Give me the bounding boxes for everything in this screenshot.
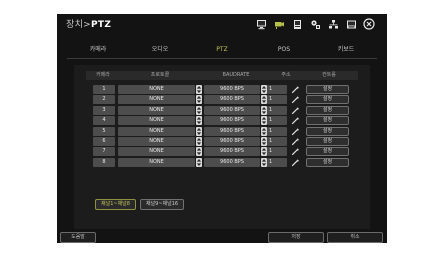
camera-number: 2 bbox=[93, 95, 115, 105]
storage-icon[interactable] bbox=[345, 18, 357, 30]
control-setup-button[interactable]: 설정 bbox=[306, 136, 349, 146]
baudrate-select[interactable]: 9600 BPS bbox=[204, 136, 260, 146]
table-row: 2 NONE 9600 BPS 1 설정 bbox=[93, 95, 353, 105]
wand-icon[interactable] bbox=[291, 85, 301, 94]
camera-number: 1 bbox=[93, 85, 115, 94]
title-bar: 장치>PTZ bbox=[57, 14, 387, 36]
camera-number: 4 bbox=[93, 116, 115, 126]
control-setup-button[interactable]: 설정 bbox=[306, 147, 349, 157]
network-icon[interactable] bbox=[327, 18, 339, 30]
toolbar-icons bbox=[255, 18, 375, 30]
baudrate-select[interactable]: 9600 BPS bbox=[204, 126, 260, 136]
page-title: 장치>PTZ bbox=[66, 17, 111, 30]
baudrate-select[interactable]: 9600 BPS bbox=[204, 105, 260, 115]
header-control: 컨트롤 bbox=[322, 72, 336, 78]
control-setup-button[interactable]: 설정 bbox=[306, 105, 349, 115]
control-setup-button[interactable]: 설정 bbox=[306, 95, 349, 105]
wand-icon[interactable] bbox=[291, 137, 301, 146]
baudrate-select[interactable]: 9600 BPS bbox=[204, 85, 260, 94]
baudrate-select[interactable]: 9600 BPS bbox=[204, 116, 260, 126]
protocol-spinner-icon[interactable] bbox=[196, 95, 202, 105]
ptz-settings-dialog: 장치>PTZ 카메라 오디오 PTZ POS 키보드 카메라 프로토콜 BAUD… bbox=[57, 14, 387, 243]
baudrate-select[interactable]: 9600 BPS bbox=[204, 95, 260, 105]
protocol-spinner-icon[interactable] bbox=[196, 157, 202, 167]
baudrate-select[interactable]: 9600 BPS bbox=[204, 147, 260, 157]
cancel-button[interactable]: 취소 bbox=[327, 232, 383, 243]
table-header: 카메라 프로토콜 BAUDRATE 주소 컨트롤 bbox=[86, 71, 358, 80]
protocol-spinner-icon[interactable] bbox=[196, 147, 202, 157]
protocol-select[interactable]: NONE bbox=[118, 126, 195, 136]
table-row: 6 NONE 9600 BPS 1 설정 bbox=[93, 136, 353, 146]
system-icon[interactable] bbox=[309, 18, 321, 30]
protocol-spinner-icon[interactable] bbox=[196, 116, 202, 126]
tab-pos[interactable]: POS bbox=[253, 44, 315, 56]
table-row: 5 NONE 9600 BPS 1 설정 bbox=[93, 126, 353, 136]
camera-number: 3 bbox=[93, 105, 115, 115]
protocol-select[interactable]: NONE bbox=[118, 95, 195, 105]
monitor-icon[interactable] bbox=[255, 18, 267, 30]
address-field[interactable]: 1 bbox=[267, 105, 287, 115]
table-row: 4 NONE 9600 BPS 1 설정 bbox=[93, 116, 353, 126]
control-setup-button[interactable]: 설정 bbox=[306, 157, 349, 167]
address-field[interactable]: 1 bbox=[267, 95, 287, 105]
channel-page-2-button[interactable]: 채널9~채널16 bbox=[139, 199, 185, 210]
table-row: 7 NONE 9600 BPS 1 설정 bbox=[93, 147, 353, 157]
address-field[interactable]: 1 bbox=[267, 136, 287, 146]
protocol-spinner-icon[interactable] bbox=[196, 136, 202, 146]
tab-audio[interactable]: 오디오 bbox=[129, 44, 191, 56]
protocol-select[interactable]: NONE bbox=[118, 105, 195, 115]
channel-pager: 채널1~채널8 채널9~채널16 bbox=[95, 199, 185, 210]
address-field[interactable]: 1 bbox=[267, 85, 287, 94]
control-setup-button[interactable]: 설정 bbox=[306, 126, 349, 136]
control-setup-button[interactable]: 설정 bbox=[306, 116, 349, 126]
wand-icon[interactable] bbox=[291, 95, 301, 104]
header-address: 주소 bbox=[281, 72, 291, 78]
tab-keyboard[interactable]: 키보드 bbox=[315, 44, 377, 56]
table-body: 1 NONE 9600 BPS 1 설정 2 NONE 9600 BPS 1 설정 3 NONE 960… bbox=[93, 85, 353, 168]
help-button[interactable]: 도움말 bbox=[60, 232, 96, 243]
table-row: 1 NONE 9600 BPS 1 설정 bbox=[93, 85, 353, 94]
camera-number: 5 bbox=[93, 126, 115, 136]
protocol-select[interactable]: NONE bbox=[118, 116, 195, 126]
protocol-spinner-icon[interactable] bbox=[196, 105, 202, 115]
tab-divider bbox=[67, 58, 377, 59]
wand-icon[interactable] bbox=[291, 106, 301, 115]
baudrate-select[interactable]: 9600 BPS bbox=[204, 157, 260, 167]
header-baudrate: BAUDRATE bbox=[222, 72, 250, 78]
protocol-select[interactable]: NONE bbox=[118, 147, 195, 157]
header-protocol: 프로토콜 bbox=[150, 72, 170, 78]
address-field[interactable]: 1 bbox=[267, 126, 287, 136]
wand-icon[interactable] bbox=[291, 147, 301, 156]
camera-icon[interactable] bbox=[273, 18, 285, 30]
address-field[interactable]: 1 bbox=[267, 116, 287, 126]
protocol-spinner-icon[interactable] bbox=[196, 126, 202, 136]
close-icon[interactable] bbox=[363, 18, 375, 30]
camera-number: 7 bbox=[93, 147, 115, 157]
address-field[interactable]: 1 bbox=[267, 147, 287, 157]
record-icon[interactable] bbox=[291, 18, 303, 30]
header-camera: 카메라 bbox=[96, 72, 110, 78]
protocol-spinner-icon[interactable] bbox=[196, 85, 202, 94]
control-setup-button[interactable]: 설정 bbox=[306, 85, 349, 94]
protocol-select[interactable]: NONE bbox=[118, 85, 195, 94]
wand-icon[interactable] bbox=[291, 116, 301, 125]
camera-number: 8 bbox=[93, 157, 115, 167]
tab-bar: 카메라 오디오 PTZ POS 키보드 bbox=[67, 44, 377, 56]
table-row: 8 NONE 9600 BPS 1 설정 bbox=[93, 157, 353, 167]
tab-camera[interactable]: 카메라 bbox=[67, 44, 129, 56]
wand-icon[interactable] bbox=[291, 127, 301, 136]
table-row: 3 NONE 9600 BPS 1 설정 bbox=[93, 105, 353, 115]
address-field[interactable]: 1 bbox=[267, 157, 287, 167]
footer: 도움말 저장 취소 bbox=[57, 232, 387, 243]
ptz-table-area: 카메라 프로토콜 BAUDRATE 주소 컨트롤 1 NONE 9600 BPS 1 설… bbox=[74, 65, 370, 229]
protocol-select[interactable]: NONE bbox=[118, 157, 195, 167]
tab-ptz[interactable]: PTZ bbox=[191, 44, 253, 56]
title-name: PTZ bbox=[91, 20, 112, 30]
camera-number: 6 bbox=[93, 136, 115, 146]
channel-page-1-button[interactable]: 채널1~채널8 bbox=[95, 199, 136, 210]
title-prefix: 장치> bbox=[66, 20, 92, 30]
protocol-select[interactable]: NONE bbox=[118, 136, 195, 146]
wand-icon[interactable] bbox=[291, 158, 301, 167]
save-button[interactable]: 저장 bbox=[268, 232, 324, 243]
